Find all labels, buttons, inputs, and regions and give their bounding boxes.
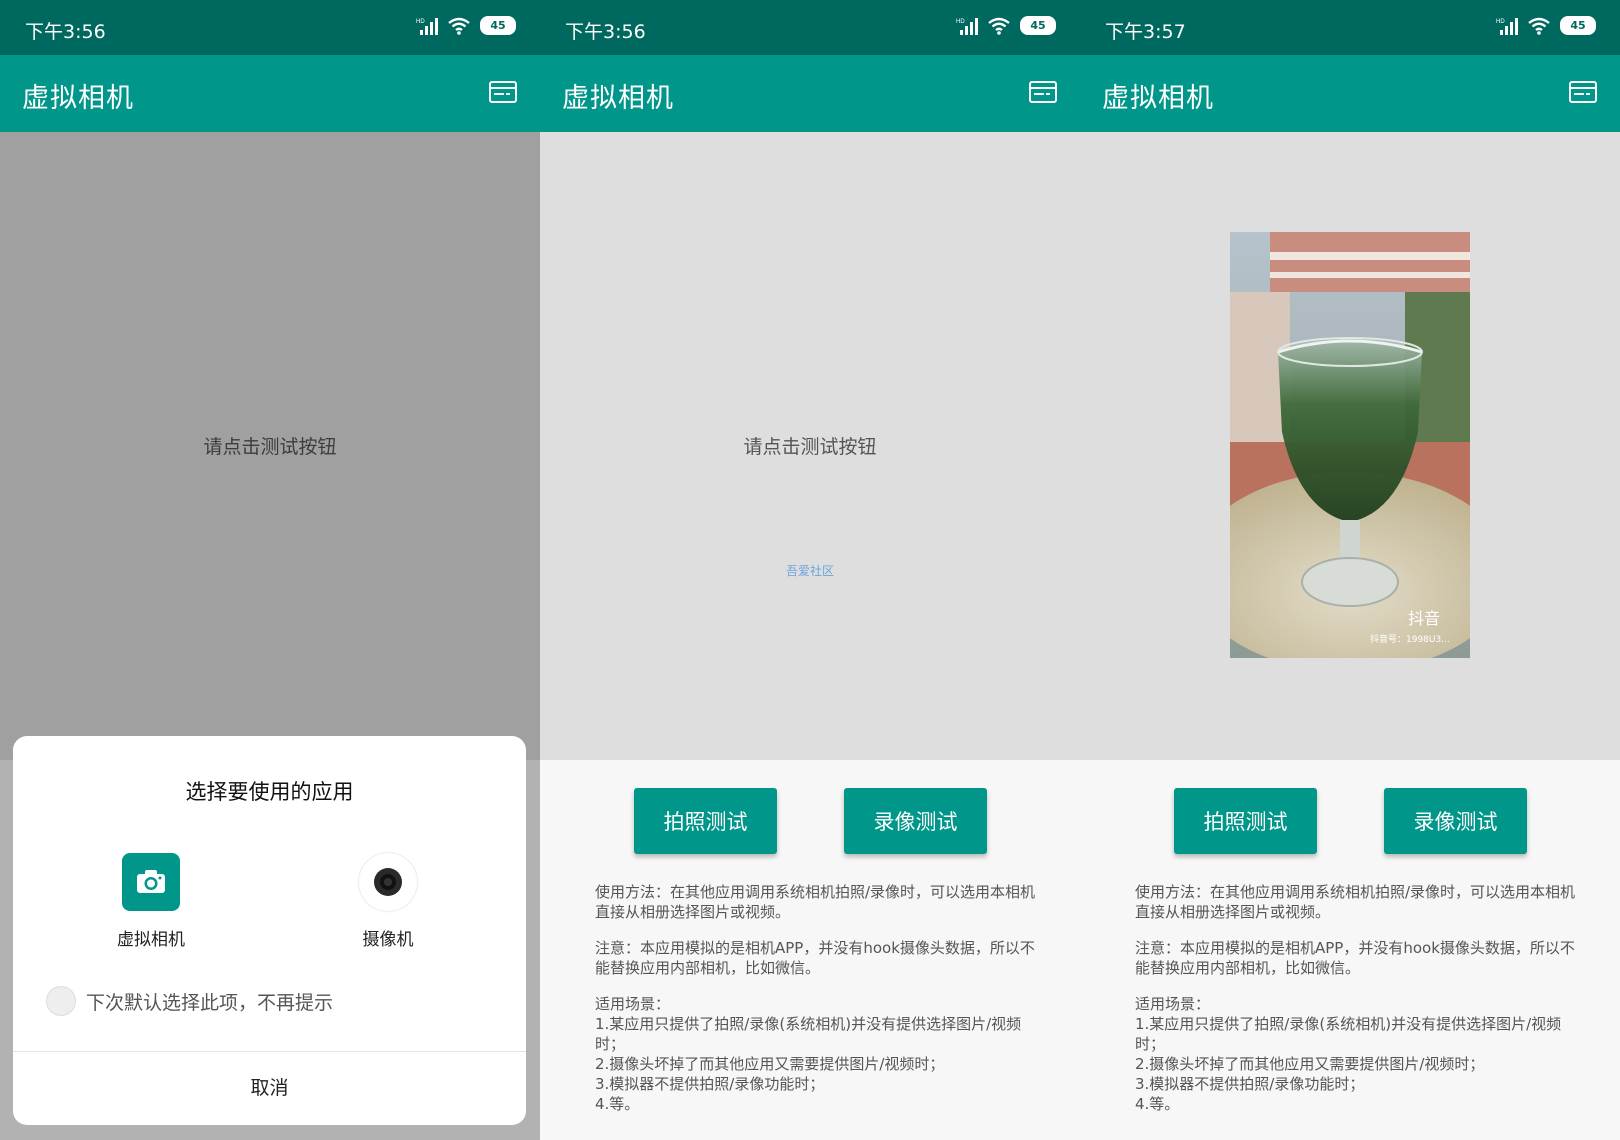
remember-label: 下次默认选择此项，不再提示 <box>86 991 334 1014</box>
app-title: 虚拟相机 <box>22 83 134 114</box>
battery-level: 45 <box>1030 19 1046 32</box>
chooser-option-virtual-camera[interactable]: 虚拟相机 <box>91 853 211 950</box>
status-bar: 下午3:57 HD 45 <box>1080 0 1620 55</box>
scenarios-text: 适用场景： 1.某应用只提供了拍照/录像(系统相机)并没有提供选择图片/视频时；… <box>1135 995 1562 1113</box>
battery-icon: 45 <box>480 16 516 35</box>
bottom-area: 拍照测试 录像测试 使用方法：在其他应用调用系统相机拍照/录像时，可以选用本相机… <box>540 760 1080 1140</box>
scenarios-text: 适用场景： 1.某应用只提供了拍照/录像(系统相机)并没有提供选择图片/视频时；… <box>595 995 1022 1113</box>
signal-icon: HD <box>956 17 978 35</box>
remember-choice[interactable]: 下次默认选择此项，不再提示 <box>46 986 333 1016</box>
note-text: 注意：本应用模拟的是相机APP，并没有hook摄像头数据，所以不能替换应用内部相… <box>595 939 1035 977</box>
chooser-option-label: 摄像机 <box>362 930 414 950</box>
screen-main: 下午3:56 HD 45 虚拟相机 请点击测试按钮 吾爱社区 拍照测试 录像测试… <box>540 0 1080 1140</box>
usage-text: 使用方法：在其他应用调用系统相机拍照/录像时，可以选用本相机直接从相册选择图片或… <box>595 883 1036 921</box>
photo-test-button[interactable]: 拍照测试 <box>1174 788 1317 854</box>
placeholder-text: 请点击测试按钮 <box>743 436 877 458</box>
battery-icon: 45 <box>1560 16 1596 35</box>
app-bar: 虚拟相机 <box>540 55 1080 132</box>
svg-text:HD: HD <box>416 19 425 25</box>
app-bar: 虚拟相机 <box>0 55 540 132</box>
video-test-button[interactable]: 录像测试 <box>844 788 987 854</box>
app-title: 虚拟相机 <box>1102 83 1214 114</box>
card-menu-icon[interactable] <box>1029 81 1057 103</box>
tea-glass-photo: 抖音 抖音号：1998U3... <box>1230 232 1470 658</box>
note-text: 注意：本应用模拟的是相机APP，并没有hook摄像头数据，所以不能替换应用内部相… <box>1135 939 1575 977</box>
camera-icon <box>122 853 180 911</box>
chooser-title: 选择要使用的应用 <box>185 780 354 804</box>
signal-icon: HD <box>416 17 438 35</box>
tiktok-id: 抖音号：1998U3... <box>1370 633 1450 645</box>
status-time: 下午3:57 <box>1105 21 1186 43</box>
chooser-option-label: 虚拟相机 <box>117 930 185 950</box>
wifi-icon <box>988 17 1010 35</box>
signal-icon: HD <box>1496 17 1518 35</box>
app-bar: 虚拟相机 <box>1080 55 1620 132</box>
description: 使用方法：在其他应用调用系统相机拍照/录像时，可以选用本相机直接从相册选择图片或… <box>595 882 1045 1130</box>
status-time: 下午3:56 <box>25 21 106 43</box>
cancel-button[interactable]: 取消 <box>13 1052 526 1125</box>
wifi-icon <box>448 17 470 35</box>
preview-image[interactable]: 抖音 抖音号：1998U3... <box>1230 232 1470 658</box>
status-icons: HD 45 <box>1496 16 1596 35</box>
battery-level: 45 <box>1570 19 1586 32</box>
remember-radio[interactable] <box>46 986 76 1016</box>
status-icons: HD 45 <box>416 16 516 35</box>
battery-icon: 45 <box>1020 16 1056 35</box>
wifi-icon <box>1528 17 1550 35</box>
video-test-button[interactable]: 录像测试 <box>1384 788 1527 854</box>
watermark-text: 吾爱社区 <box>785 564 834 578</box>
content-area: 请点击测试按钮 吾爱社区 <box>540 132 1080 760</box>
screen-chooser: 下午3:56 HD 45 虚拟相机 请点击测试按钮 选择要使用的应用 虚拟相机 … <box>0 0 540 1140</box>
status-bar: 下午3:56 HD 45 <box>540 0 1080 55</box>
description: 使用方法：在其他应用调用系统相机拍照/录像时，可以选用本相机直接从相册选择图片或… <box>1135 882 1585 1130</box>
app-chooser-sheet: 选择要使用的应用 虚拟相机 摄像机 下次默认选择此项，不再提示 取消 <box>13 736 526 1125</box>
svg-text:HD: HD <box>956 19 965 25</box>
status-bar: 下午3:56 HD 45 <box>0 0 540 55</box>
status-time: 下午3:56 <box>565 21 646 43</box>
screen-preview: 下午3:57 HD 45 虚拟相机 抖音 抖音号：1998U3... 拍照测试 … <box>1080 0 1620 1140</box>
battery-level: 45 <box>490 19 506 32</box>
chooser-option-camcorder[interactable]: 摄像机 <box>328 853 448 950</box>
svg-text:HD: HD <box>1496 19 1505 25</box>
status-icons: HD 45 <box>956 16 1056 35</box>
photo-test-button[interactable]: 拍照测试 <box>634 788 777 854</box>
usage-text: 使用方法：在其他应用调用系统相机拍照/录像时，可以选用本相机直接从相册选择图片或… <box>1135 883 1576 921</box>
bottom-area: 拍照测试 录像测试 使用方法：在其他应用调用系统相机拍照/录像时，可以选用本相机… <box>1080 760 1620 1140</box>
app-title: 虚拟相机 <box>562 83 674 114</box>
tiktok-watermark: 抖音 <box>1408 609 1440 628</box>
lens-icon <box>359 853 417 911</box>
card-menu-icon[interactable] <box>1569 81 1597 103</box>
card-menu-icon[interactable] <box>489 81 517 103</box>
